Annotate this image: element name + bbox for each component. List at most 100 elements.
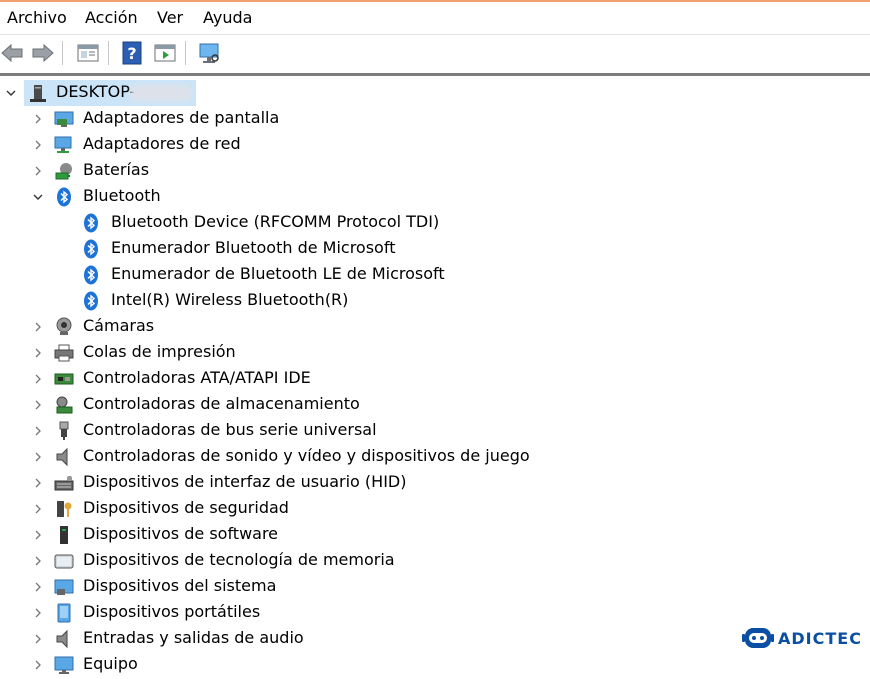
pane-divider bbox=[0, 73, 870, 76]
chevron-down-icon[interactable] bbox=[4, 85, 18, 99]
menu-accion[interactable]: Acción bbox=[85, 8, 138, 27]
bluetooth-icon bbox=[81, 213, 101, 233]
toolbar-separator bbox=[185, 41, 186, 65]
tree-item-bt-enumerador-le[interactable]: Enumerador de Bluetooth LE de Microsoft bbox=[0, 262, 870, 288]
tree-item-bt-rfcomm[interactable]: Bluetooth Device (RFCOMM Protocol TDI) bbox=[0, 210, 870, 236]
tree-item-label: Intel(R) Wireless Bluetooth(R) bbox=[111, 290, 349, 309]
chevron-right-icon[interactable] bbox=[31, 397, 45, 411]
tree-item-adaptadores-pantalla[interactable]: Adaptadores de pantalla bbox=[0, 106, 870, 132]
menu-archivo[interactable]: Archivo bbox=[7, 8, 67, 27]
chevron-right-icon[interactable] bbox=[31, 371, 45, 385]
tree-item-label: Controladoras de bus serie universal bbox=[83, 420, 377, 439]
chevron-right-icon[interactable] bbox=[31, 449, 45, 463]
tree-item-label: Enumerador Bluetooth de Microsoft bbox=[111, 238, 396, 257]
display-adapter-icon bbox=[54, 109, 74, 129]
printer-icon bbox=[54, 343, 74, 363]
tree-item-sistema[interactable]: Dispositivos del sistema bbox=[0, 574, 870, 600]
tree-item-bt-enumerador[interactable]: Enumerador Bluetooth de Microsoft bbox=[0, 236, 870, 262]
tree-item-baterias[interactable]: Baterías bbox=[0, 158, 870, 184]
ide-controller-icon bbox=[54, 369, 74, 389]
network-adapter-icon bbox=[54, 135, 74, 155]
tree-item-bt-intel[interactable]: Intel(R) Wireless Bluetooth(R) bbox=[0, 288, 870, 314]
speaker-icon bbox=[54, 447, 74, 467]
tree-item-camaras[interactable]: Cámaras bbox=[0, 314, 870, 340]
robot-head-icon bbox=[742, 625, 774, 653]
system-device-icon bbox=[54, 577, 74, 597]
tree-item-bluetooth[interactable]: Bluetooth bbox=[0, 184, 870, 210]
properties-icon[interactable] bbox=[76, 41, 100, 65]
tree-item-label: Dispositivos de seguridad bbox=[83, 498, 289, 517]
chevron-right-icon[interactable] bbox=[31, 579, 45, 593]
chevron-right-icon[interactable] bbox=[31, 319, 45, 333]
chevron-right-icon[interactable] bbox=[31, 137, 45, 151]
chevron-right-icon[interactable] bbox=[31, 501, 45, 515]
software-device-icon bbox=[54, 525, 74, 545]
tree-item-hid[interactable]: Dispositivos de interfaz de usuario (HID… bbox=[0, 470, 870, 496]
tree-item-label: Dispositivos de interfaz de usuario (HID… bbox=[83, 472, 407, 491]
portable-device-icon bbox=[54, 603, 74, 623]
tree-item-equipo[interactable]: Equipo bbox=[0, 652, 870, 678]
chevron-right-icon[interactable] bbox=[31, 657, 45, 671]
bluetooth-icon bbox=[54, 187, 74, 207]
forward-arrow-icon[interactable] bbox=[31, 41, 55, 65]
toolbar-separator bbox=[62, 41, 63, 65]
chevron-right-icon[interactable] bbox=[31, 163, 45, 177]
webcam-icon bbox=[54, 317, 74, 337]
storage-controller-icon bbox=[54, 395, 74, 415]
chevron-right-icon[interactable] bbox=[31, 527, 45, 541]
tree-item-label: Colas de impresión bbox=[83, 342, 236, 361]
chevron-right-icon[interactable] bbox=[31, 475, 45, 489]
battery-icon bbox=[54, 161, 74, 181]
tree-item-label: Dispositivos del sistema bbox=[83, 576, 277, 595]
tree-item-label: Adaptadores de pantalla bbox=[83, 108, 280, 127]
tree-item-usb[interactable]: Controladoras de bus serie universal bbox=[0, 418, 870, 444]
tree-item-portatiles[interactable]: Dispositivos portátiles bbox=[0, 600, 870, 626]
chevron-right-icon[interactable] bbox=[31, 423, 45, 437]
help-icon[interactable]: ? bbox=[120, 41, 144, 65]
tree-item-almacenamiento[interactable]: Controladoras de almacenamiento bbox=[0, 392, 870, 418]
tree-item-sonido-video[interactable]: Controladoras de sonido y vídeo y dispos… bbox=[0, 444, 870, 470]
chevron-right-icon[interactable] bbox=[31, 553, 45, 567]
tree-item-label: Dispositivos de software bbox=[83, 524, 279, 543]
tree-item-software[interactable]: Dispositivos de software bbox=[0, 522, 870, 548]
tree-item-seguridad[interactable]: Dispositivos de seguridad bbox=[0, 496, 870, 522]
hid-keyboard-icon bbox=[54, 473, 74, 493]
tree-item-label: Dispositivos de tecnología de memoria bbox=[83, 550, 395, 569]
tree-item-memoria[interactable]: Dispositivos de tecnología de memoria bbox=[0, 548, 870, 574]
tree-item-label: Adaptadores de red bbox=[83, 134, 241, 153]
tree-item-audio-io[interactable]: Entradas y salidas de audio bbox=[0, 626, 870, 652]
tree-item-label: Entradas y salidas de audio bbox=[83, 628, 304, 647]
toolbar-separator bbox=[108, 41, 109, 65]
tree-item-label: Controladoras de almacenamiento bbox=[83, 394, 360, 413]
chevron-right-icon[interactable] bbox=[31, 605, 45, 619]
update-driver-icon[interactable] bbox=[153, 41, 177, 65]
tree-item-label: Equipo bbox=[83, 654, 138, 673]
chevron-right-icon[interactable] bbox=[31, 631, 45, 645]
menu-bar: Archivo Acción Ver Ayuda bbox=[0, 2, 870, 34]
toolbar: ? bbox=[0, 34, 870, 71]
audio-io-icon bbox=[54, 629, 74, 649]
tree-item-label: Baterías bbox=[83, 160, 150, 179]
tree-root[interactable]: DESKTOP- bbox=[0, 80, 870, 106]
tree-root-label: DESKTOP- bbox=[56, 82, 136, 101]
monitor-icon bbox=[54, 655, 74, 675]
chevron-right-icon[interactable] bbox=[31, 111, 45, 125]
tree-item-ata-ide[interactable]: Controladoras ATA/ATAPI IDE bbox=[0, 366, 870, 392]
tree-item-colas-impresion[interactable]: Colas de impresión bbox=[0, 340, 870, 366]
watermark-text: ADICTEC bbox=[778, 629, 862, 648]
tree-item-adaptadores-red[interactable]: Adaptadores de red bbox=[0, 132, 870, 158]
back-arrow-icon[interactable] bbox=[0, 41, 24, 65]
bluetooth-icon bbox=[81, 265, 101, 285]
computer-tower-icon bbox=[28, 83, 48, 103]
chevron-down-icon[interactable] bbox=[31, 189, 45, 203]
tree-item-label: Controladoras de sonido y vídeo y dispos… bbox=[83, 446, 530, 465]
menu-ver[interactable]: Ver bbox=[157, 8, 183, 27]
tree-item-label: Enumerador de Bluetooth LE de Microsoft bbox=[111, 264, 445, 283]
bluetooth-icon bbox=[81, 239, 101, 259]
menu-ayuda[interactable]: Ayuda bbox=[203, 8, 252, 27]
chevron-right-icon[interactable] bbox=[31, 345, 45, 359]
tree-item-label: Dispositivos portátiles bbox=[83, 602, 261, 621]
usb-icon bbox=[54, 421, 74, 441]
tree-item-label: Bluetooth bbox=[83, 186, 161, 205]
scan-hardware-icon[interactable] bbox=[197, 41, 221, 65]
